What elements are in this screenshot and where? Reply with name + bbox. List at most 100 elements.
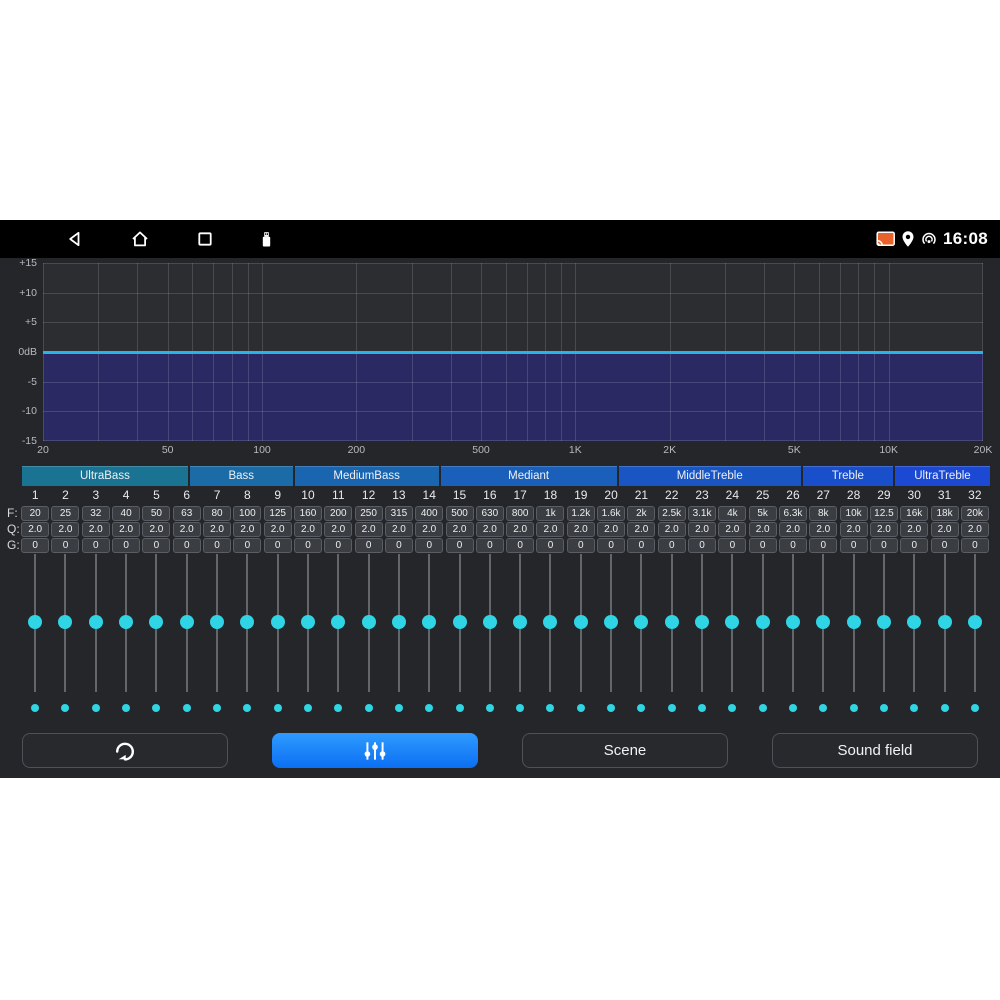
freq-chip[interactable]: 50 xyxy=(142,506,170,521)
q-chip[interactable]: 2.0 xyxy=(173,522,201,537)
q-chip[interactable]: 2.0 xyxy=(840,522,868,537)
freq-chip[interactable]: 32 xyxy=(82,506,110,521)
freq-chip[interactable]: 125 xyxy=(264,506,292,521)
freq-chip[interactable]: 20 xyxy=(21,506,49,521)
gain-chip[interactable]: 0 xyxy=(294,538,322,553)
gain-slider[interactable] xyxy=(748,553,778,693)
slider-knob[interactable] xyxy=(877,615,891,629)
gain-chip[interactable]: 0 xyxy=(355,538,383,553)
q-chip[interactable]: 2.0 xyxy=(446,522,474,537)
freq-chip[interactable]: 6.3k xyxy=(779,506,807,521)
slider-knob[interactable] xyxy=(665,615,679,629)
q-chip[interactable]: 2.0 xyxy=(51,522,79,537)
gain-chip[interactable]: 0 xyxy=(900,538,928,553)
slider-knob[interactable] xyxy=(210,615,224,629)
q-chip[interactable]: 2.0 xyxy=(597,522,625,537)
gain-chip[interactable]: 0 xyxy=(961,538,989,553)
gain-chip[interactable]: 0 xyxy=(840,538,868,553)
q-chip[interactable]: 2.0 xyxy=(931,522,959,537)
gain-slider[interactable] xyxy=(141,553,171,693)
scene-button[interactable]: Scene xyxy=(522,733,728,768)
freq-chip[interactable]: 5k xyxy=(749,506,777,521)
freq-chip[interactable]: 3.1k xyxy=(688,506,716,521)
slider-knob[interactable] xyxy=(331,615,345,629)
gain-chip[interactable]: 0 xyxy=(476,538,504,553)
slider-knob[interactable] xyxy=(180,615,194,629)
freq-chip[interactable]: 2.5k xyxy=(658,506,686,521)
gain-chip[interactable]: 0 xyxy=(173,538,201,553)
gain-slider[interactable] xyxy=(808,553,838,693)
gain-chip[interactable]: 0 xyxy=(627,538,655,553)
gain-chip[interactable]: 0 xyxy=(21,538,49,553)
gain-slider[interactable] xyxy=(81,553,111,693)
gain-slider[interactable] xyxy=(20,553,50,693)
freq-chip[interactable]: 18k xyxy=(931,506,959,521)
gain-chip[interactable]: 0 xyxy=(779,538,807,553)
q-chip[interactable]: 2.0 xyxy=(415,522,443,537)
q-chip[interactable]: 2.0 xyxy=(961,522,989,537)
slider-knob[interactable] xyxy=(271,615,285,629)
slider-knob[interactable] xyxy=(422,615,436,629)
q-chip[interactable]: 2.0 xyxy=(688,522,716,537)
equalizer-button[interactable] xyxy=(272,733,478,768)
gain-chip[interactable]: 0 xyxy=(506,538,534,553)
gain-chip[interactable]: 0 xyxy=(264,538,292,553)
slider-knob[interactable] xyxy=(240,615,254,629)
q-chip[interactable]: 2.0 xyxy=(536,522,564,537)
slider-knob[interactable] xyxy=(756,615,770,629)
gain-slider[interactable] xyxy=(929,553,959,693)
freq-chip[interactable]: 315 xyxy=(385,506,413,521)
gain-slider[interactable] xyxy=(172,553,202,693)
slider-knob[interactable] xyxy=(574,615,588,629)
slider-knob[interactable] xyxy=(58,615,72,629)
freq-chip[interactable]: 800 xyxy=(506,506,534,521)
gain-slider[interactable] xyxy=(353,553,383,693)
freq-chip[interactable]: 10k xyxy=(840,506,868,521)
q-chip[interactable]: 2.0 xyxy=(355,522,383,537)
gain-slider[interactable] xyxy=(566,553,596,693)
back-icon[interactable] xyxy=(64,229,84,249)
slider-knob[interactable] xyxy=(149,615,163,629)
band-treble[interactable]: Treble xyxy=(803,466,893,486)
freq-chip[interactable]: 1.2k xyxy=(567,506,595,521)
gain-chip[interactable]: 0 xyxy=(233,538,261,553)
gain-slider[interactable] xyxy=(202,553,232,693)
q-chip[interactable]: 2.0 xyxy=(142,522,170,537)
q-chip[interactable]: 2.0 xyxy=(749,522,777,537)
q-chip[interactable]: 2.0 xyxy=(233,522,261,537)
slider-knob[interactable] xyxy=(543,615,557,629)
gain-slider[interactable] xyxy=(323,553,353,693)
gain-chip[interactable]: 0 xyxy=(809,538,837,553)
gain-chip[interactable]: 0 xyxy=(688,538,716,553)
q-chip[interactable]: 2.0 xyxy=(476,522,504,537)
gain-slider[interactable] xyxy=(535,553,565,693)
gain-chip[interactable]: 0 xyxy=(446,538,474,553)
band-mediumbass[interactable]: MediumBass xyxy=(295,466,439,486)
band-ultratreble[interactable]: UltraTreble xyxy=(895,466,990,486)
freq-chip[interactable]: 4k xyxy=(718,506,746,521)
q-chip[interactable]: 2.0 xyxy=(82,522,110,537)
gain-chip[interactable]: 0 xyxy=(112,538,140,553)
slider-knob[interactable] xyxy=(483,615,497,629)
slider-knob[interactable] xyxy=(392,615,406,629)
gain-slider[interactable] xyxy=(384,553,414,693)
gain-slider[interactable] xyxy=(717,553,747,693)
slider-knob[interactable] xyxy=(695,615,709,629)
gain-slider[interactable] xyxy=(687,553,717,693)
band-bass[interactable]: Bass xyxy=(190,466,293,486)
q-chip[interactable]: 2.0 xyxy=(658,522,686,537)
slider-knob[interactable] xyxy=(301,615,315,629)
gain-slider[interactable] xyxy=(838,553,868,693)
gain-slider[interactable] xyxy=(626,553,656,693)
gain-chip[interactable]: 0 xyxy=(51,538,79,553)
freq-chip[interactable]: 400 xyxy=(415,506,443,521)
reset-button[interactable] xyxy=(22,733,228,768)
freq-chip[interactable]: 80 xyxy=(203,506,231,521)
gain-slider[interactable] xyxy=(869,553,899,693)
freq-chip[interactable]: 8k xyxy=(809,506,837,521)
freq-chip[interactable]: 1k xyxy=(536,506,564,521)
gain-chip[interactable]: 0 xyxy=(82,538,110,553)
gain-chip[interactable]: 0 xyxy=(870,538,898,553)
freq-chip[interactable]: 200 xyxy=(324,506,352,521)
freq-chip[interactable]: 63 xyxy=(173,506,201,521)
